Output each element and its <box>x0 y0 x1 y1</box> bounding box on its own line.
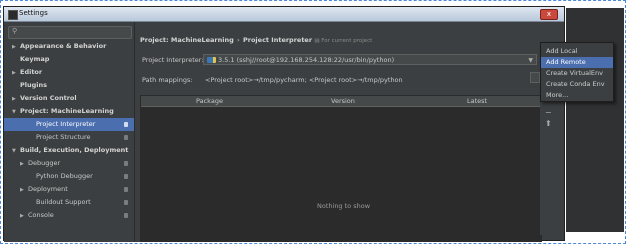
window-title: Settings <box>19 9 48 17</box>
interpreter-select[interactable]: 3.5.1 (sshj//root@192.168.254.128:22/usr… <box>203 54 537 65</box>
sidebar-item-label: Debugger <box>28 159 61 167</box>
interpreter-value: 3.5.1 (sshj//root@192.168.254.128:22/usr… <box>218 56 395 64</box>
menu-item-create-conda-env[interactable]: Create Conda Env <box>541 79 613 90</box>
menu-item-add-remote[interactable]: Add Remote <box>541 57 613 68</box>
breadcrumb-scope: For current project <box>321 38 373 44</box>
breadcrumb-project: Project: MachineLearning <box>140 36 234 44</box>
menu-item-add-local[interactable]: Add Local <box>541 46 613 57</box>
packages-table: Package Version Latest Nothing to show <box>140 95 542 242</box>
project-scope-icon <box>124 174 128 179</box>
path-mappings-value[interactable]: <Project root>→/tmp/pycharm; <Project ro… <box>205 76 403 84</box>
project-scope-icon <box>124 187 128 192</box>
sidebar-item-label: Console <box>28 211 54 219</box>
sidebar-item-buildout-support[interactable]: Buildout Support <box>4 196 134 209</box>
app-icon <box>8 10 18 20</box>
sidebar-item-console[interactable]: ▶ Console <box>4 209 134 222</box>
sidebar-item-label: Project Interpreter <box>36 120 96 128</box>
sidebar-item-editor[interactable]: ▶ Editor <box>4 66 134 79</box>
sidebar-item-label: Project Structure <box>36 133 91 141</box>
sidebar-item-build-execution-deployment[interactable]: ▼ Build, Execution, Deployment <box>4 144 134 157</box>
sidebar-item-label: Deployment <box>28 185 68 193</box>
main-panel: Project: MachineLearning › Project Inter… <box>135 22 542 242</box>
chevron-down-icon: ▼ <box>528 57 533 64</box>
project-scope-icon <box>124 200 128 205</box>
sidebar-item-python-debugger[interactable]: Python Debugger <box>4 170 134 183</box>
close-button[interactable]: x <box>540 9 558 20</box>
sidebar-item-debugger[interactable]: ▶ Debugger <box>4 157 134 170</box>
sidebar-item-project-structure[interactable]: Project Structure <box>4 131 134 144</box>
sidebar-item-label: Keymap <box>20 55 50 63</box>
gear-dropdown-menu: Add Local Add Remote Create VirtualEnv C… <box>540 42 614 102</box>
settings-sidebar: ⚲ ▶ Appearance & Behavior Keymap ▶ Editor Plu… <box>4 22 135 242</box>
sidebar-item-label: Plugins <box>20 81 47 89</box>
sidebar-item-project-machinelearning[interactable]: ▼ Project: MachineLearning <box>4 105 134 118</box>
python-icon <box>207 57 216 63</box>
upgrade-package-button[interactable]: ⬆ <box>545 119 552 128</box>
sidebar-item-label: Buildout Support <box>36 198 91 206</box>
sidebar-item-label: Python Debugger <box>36 172 93 180</box>
sidebar-item-plugins[interactable]: Plugins <box>4 79 134 92</box>
sidebar-item-project-interpreter[interactable]: Project Interpreter <box>4 118 134 131</box>
search-icon: ⚲ <box>12 27 18 35</box>
settings-dialog: Settings x ⚲ ▶ Appearance & Behavior Keyma… <box>3 6 565 242</box>
interpreter-label: Project Interpreter: <box>142 56 204 64</box>
project-scope-icon <box>124 122 128 127</box>
sidebar-item-label: Appearance & Behavior <box>20 42 107 50</box>
column-package[interactable]: Package <box>196 97 223 105</box>
sidebar-item-label: Version Control <box>20 94 77 102</box>
project-scope-icon <box>124 161 128 166</box>
empty-table-text: Nothing to show <box>317 202 371 210</box>
breadcrumb: Project: MachineLearning › Project Inter… <box>140 36 372 44</box>
search-input[interactable]: ⚲ <box>8 26 132 39</box>
column-latest[interactable]: Latest <box>467 97 487 105</box>
path-mappings-label: Path mappings: <box>142 76 193 84</box>
sidebar-item-label: Build, Execution, Deployment <box>20 146 129 154</box>
project-scope-icon <box>124 213 128 218</box>
sidebar-item-label: Editor <box>20 68 43 76</box>
sidebar-item-label: Project: MachineLearning <box>20 107 114 115</box>
project-scope-icon <box>124 135 128 140</box>
remove-package-button[interactable]: − <box>545 108 552 117</box>
breadcrumb-page: Project Interpreter <box>243 36 313 44</box>
breadcrumb-separator: › <box>237 36 240 44</box>
menu-item-more[interactable]: More... <box>541 90 613 101</box>
path-mappings-browse-button[interactable] <box>530 72 540 83</box>
menu-item-create-virtualenv[interactable]: Create VirtualEnv <box>541 68 613 79</box>
column-version[interactable]: Version <box>331 97 355 105</box>
sidebar-item-deployment[interactable]: ▶ Deployment <box>4 183 134 196</box>
title-bar: Settings x <box>4 7 564 22</box>
tree-arrow-icon[interactable]: ▶ <box>20 210 28 223</box>
table-header: Package Version Latest <box>141 96 541 107</box>
sidebar-item-appearance-behavior[interactable]: ▶ Appearance & Behavior <box>4 40 134 53</box>
sidebar-item-version-control[interactable]: ▶ Version Control <box>4 92 134 105</box>
package-toolbar: + − ⬆ <box>540 88 556 235</box>
sidebar-item-keymap[interactable]: Keymap <box>4 53 134 66</box>
